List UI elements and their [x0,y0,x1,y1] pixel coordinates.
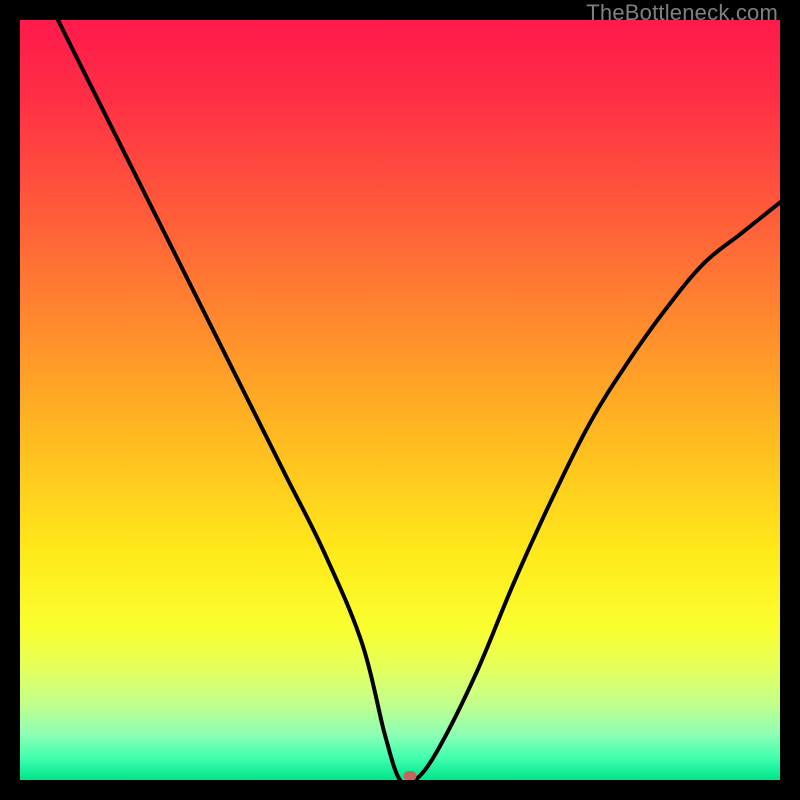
bottleneck-curve [20,20,780,780]
attribution-label: TheBottleneck.com [586,0,778,26]
chart-frame: TheBottleneck.com [0,0,800,800]
optimal-point-marker [403,771,416,780]
plot-area [20,20,780,780]
